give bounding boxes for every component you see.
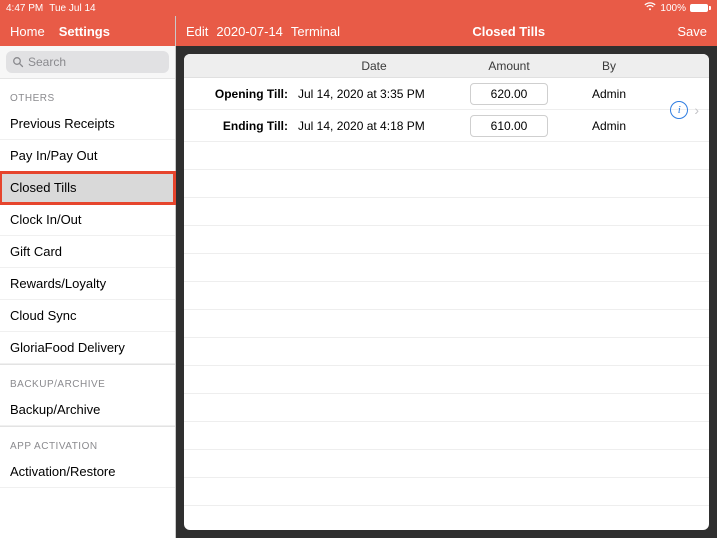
col-amount: Amount	[454, 59, 564, 73]
edit-button[interactable]: Edit	[186, 24, 208, 39]
context-scope: Terminal	[291, 24, 340, 39]
row-date: Jul 14, 2020 at 3:35 PM	[294, 87, 454, 101]
save-button[interactable]: Save	[677, 24, 707, 39]
row-by: Admin	[564, 119, 654, 133]
status-date: Tue Jul 14	[49, 3, 95, 14]
nav-settings[interactable]: Settings	[59, 24, 110, 39]
col-date: Date	[294, 59, 454, 73]
table-row: Opening Till: Jul 14, 2020 at 3:35 PM Ad…	[184, 78, 709, 110]
main-header: Edit 2020-07-14 Terminal Closed Tills Sa…	[176, 16, 717, 46]
table-row: Ending Till: Jul 14, 2020 at 4:18 PM Adm…	[184, 110, 709, 142]
amount-input-opening[interactable]	[470, 83, 548, 105]
context-date: 2020-07-14	[216, 24, 283, 39]
section-label-activation: APP ACTIVATION	[0, 426, 175, 456]
amount-input-ending[interactable]	[470, 115, 548, 137]
info-icon[interactable]: i	[670, 101, 688, 119]
sidebar-header: Home Settings	[0, 16, 175, 46]
row-date: Jul 14, 2020 at 4:18 PM	[294, 119, 454, 133]
chevron-right-icon: ›	[694, 102, 699, 118]
sidebar-item-backup-archive[interactable]: Backup/Archive	[0, 394, 175, 426]
section-label-backup: BACKUP/ARCHIVE	[0, 364, 175, 394]
page-title: Closed Tills	[340, 24, 677, 39]
sidebar-item-gloriafood[interactable]: GloriaFood Delivery	[0, 332, 175, 364]
battery-percent: 100%	[660, 3, 686, 14]
sidebar-item-previous-receipts[interactable]: Previous Receipts	[0, 108, 175, 140]
col-by: By	[564, 59, 654, 73]
sidebar: Home Settings OTHERS Previous Receipts P…	[0, 16, 176, 538]
nav-home[interactable]: Home	[10, 24, 45, 39]
status-time: 4:47 PM	[6, 3, 43, 14]
device-status-bar: 4:47 PM Tue Jul 14 100%	[0, 0, 717, 16]
section-label-others: OTHERS	[0, 79, 175, 108]
row-label: Opening Till:	[184, 87, 294, 101]
search-icon	[12, 56, 24, 68]
sidebar-item-clock-in-out[interactable]: Clock In/Out	[0, 204, 175, 236]
closed-tills-panel: Date Amount By Opening Till: Jul 14, 202…	[184, 54, 709, 530]
row-label: Ending Till:	[184, 119, 294, 133]
sidebar-item-rewards-loyalty[interactable]: Rewards/Loyalty	[0, 268, 175, 300]
main-area: Edit 2020-07-14 Terminal Closed Tills Sa…	[176, 16, 717, 538]
wifi-icon	[644, 2, 656, 14]
sidebar-item-closed-tills[interactable]: Closed Tills	[0, 172, 175, 204]
sidebar-item-cloud-sync[interactable]: Cloud Sync	[0, 300, 175, 332]
sidebar-item-gift-card[interactable]: Gift Card	[0, 236, 175, 268]
row-by: Admin	[564, 87, 654, 101]
sidebar-item-activation-restore[interactable]: Activation/Restore	[0, 456, 175, 488]
table-header: Date Amount By	[184, 54, 709, 78]
battery-icon	[690, 4, 711, 12]
row-detail-action[interactable]: i ›	[670, 78, 709, 142]
sidebar-item-pay-in-out[interactable]: Pay In/Pay Out	[0, 140, 175, 172]
search-field[interactable]	[6, 51, 169, 73]
search-input[interactable]	[28, 55, 163, 69]
